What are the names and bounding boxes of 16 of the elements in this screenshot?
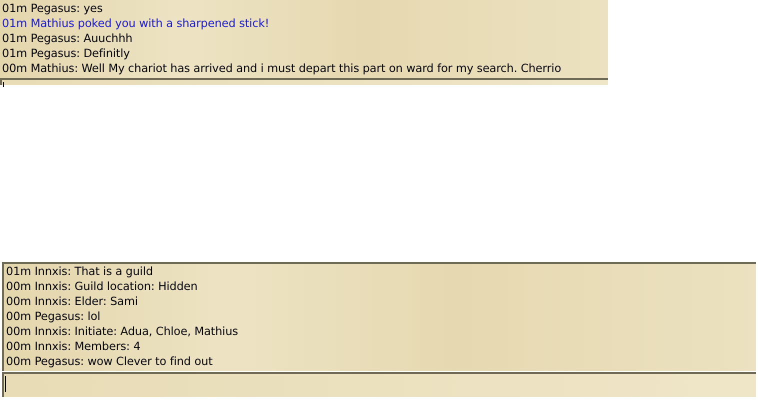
chat-message: 01m Pegasus: yes [2,1,104,16]
chat-message: 01m Innxis: That is a guild [6,264,154,279]
chat-message: 00m Innxis: Initiate: Adua, Chloe, Mathius [6,324,240,339]
chat-message: 00m Mathius: Well My chariot has arrived and i must depart this part on ward for my search. Cherrio [2,61,562,76]
chat-input-field[interactable] [0,78,608,85]
chat-message: 00m Innxis: Guild location: Hidden [6,279,199,294]
chat-message: 00m Pegasus: wow Clever to find out [6,354,214,369]
chat-message: 00m Innxis: Elder: Sami [6,294,139,309]
emote-message: 01m Mathius poked you with a sharpened stick! [2,16,270,31]
chat-message: 01m Pegasus: Definitly [2,46,131,61]
chat-message: 00m Innxis: Members: 4 [6,339,142,354]
text-caret [5,376,6,392]
chat-input-field[interactable] [2,372,756,397]
chat-message: 00m Pegasus: lol [6,309,102,324]
chat-message: 01m Pegasus: Auuchhh [2,31,134,46]
text-caret [3,82,4,87]
